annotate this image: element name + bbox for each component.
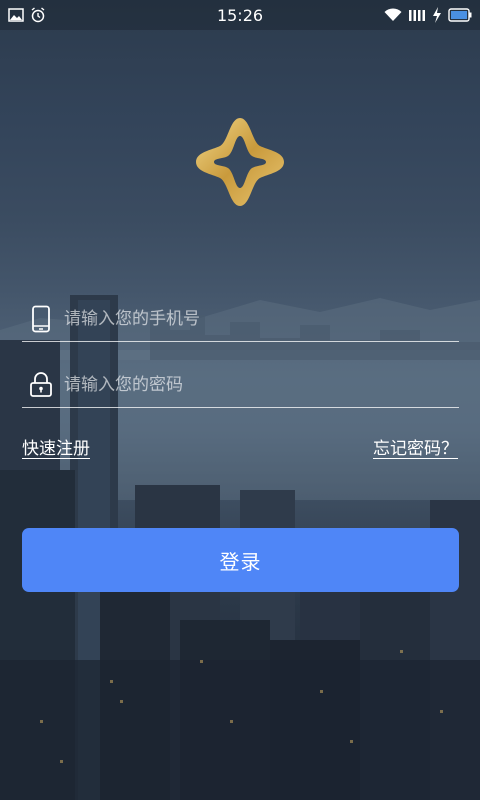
status-right [384,7,472,23]
signal-icon [408,8,426,22]
phone-field[interactable] [22,296,459,342]
alarm-icon [30,7,46,23]
phone-input[interactable] [64,298,459,339]
status-bar: 15:26 [0,0,480,30]
battery-icon [448,8,472,22]
login-button[interactable]: 登录 [22,528,459,592]
image-icon [8,8,24,22]
register-link[interactable]: 快速注册 [22,434,90,459]
password-field[interactable] [22,362,459,408]
forgot-password-link[interactable]: 忘记密码？ [373,434,458,459]
password-input[interactable] [64,364,459,405]
app-logo [190,112,290,212]
lock-icon [26,370,56,400]
gold-star-logo-icon [196,118,284,206]
charging-icon [432,7,442,23]
phone-icon [26,304,56,334]
wifi-icon [384,8,402,22]
status-left [8,7,46,23]
